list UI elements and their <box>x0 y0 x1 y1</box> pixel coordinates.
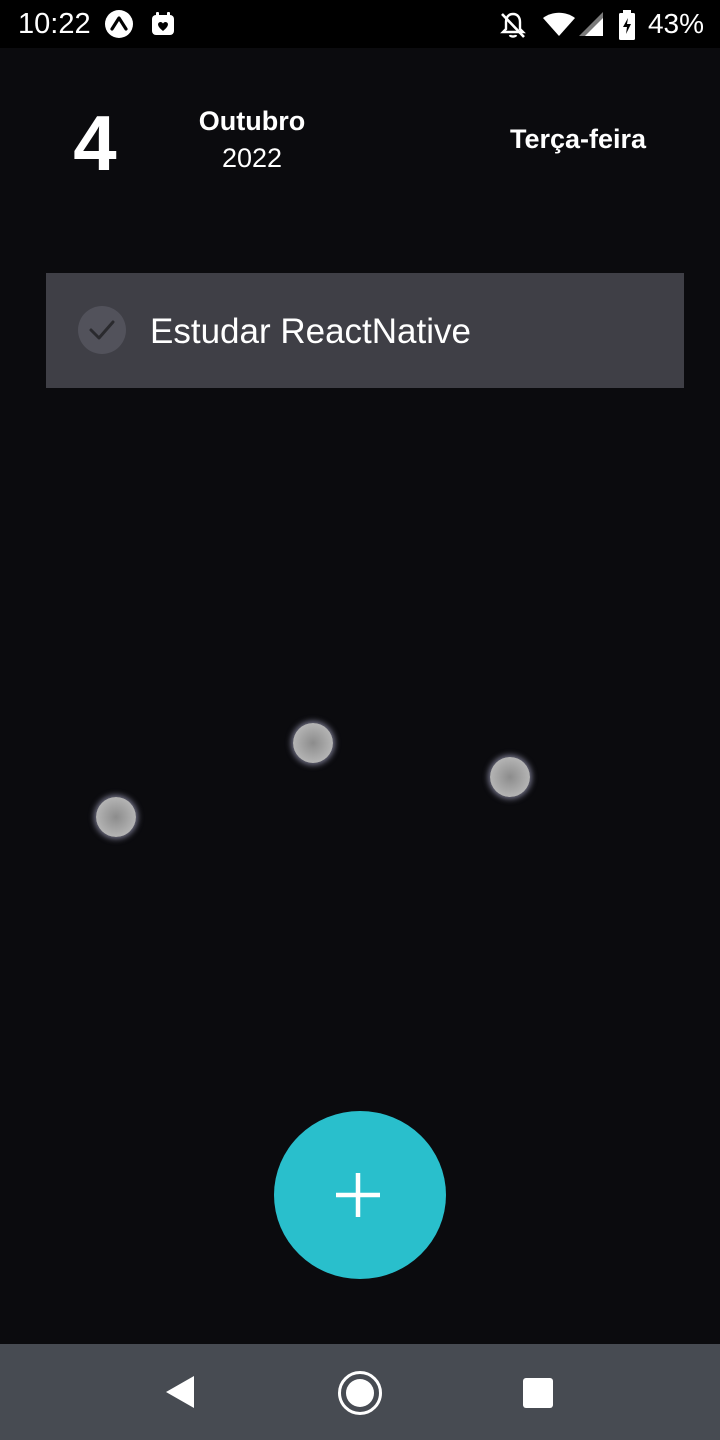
home-icon[interactable] <box>337 1370 383 1421</box>
status-time: 10:22 <box>18 8 91 40</box>
date-weekday: Terça-feira <box>509 124 647 154</box>
touch-indicator-dot <box>96 797 136 837</box>
date-day: 4 <box>73 99 117 187</box>
wifi-icon <box>542 12 576 41</box>
notifications-off-icon <box>498 10 528 45</box>
touch-indicator-dot <box>490 757 530 797</box>
plus-icon <box>336 1173 380 1217</box>
add-task-button[interactable] <box>274 1111 446 1279</box>
task-item[interactable]: Estudar ReactNative <box>46 273 684 388</box>
recents-icon[interactable] <box>522 1377 554 1414</box>
back-icon[interactable] <box>162 1374 196 1415</box>
check-icon <box>89 320 115 340</box>
expo-icon <box>104 9 134 44</box>
battery-percent: 43% <box>647 8 704 39</box>
calendar-heart-icon <box>150 11 176 42</box>
app-screen: 10:22 43% 4 Outubro 2022 Terça-feira Est… <box>0 0 720 1440</box>
system-nav-bar <box>0 1344 720 1440</box>
task-label: Estudar ReactNative <box>150 312 471 351</box>
cell-signal-icon <box>579 12 603 41</box>
battery-icon <box>618 10 636 45</box>
status-bar: 10:22 43% <box>0 0 720 48</box>
touch-indicator-dot <box>293 723 333 763</box>
date-year: 2022 <box>221 143 283 173</box>
date-month: Outubro <box>198 106 306 136</box>
task-check-button[interactable] <box>78 306 126 354</box>
